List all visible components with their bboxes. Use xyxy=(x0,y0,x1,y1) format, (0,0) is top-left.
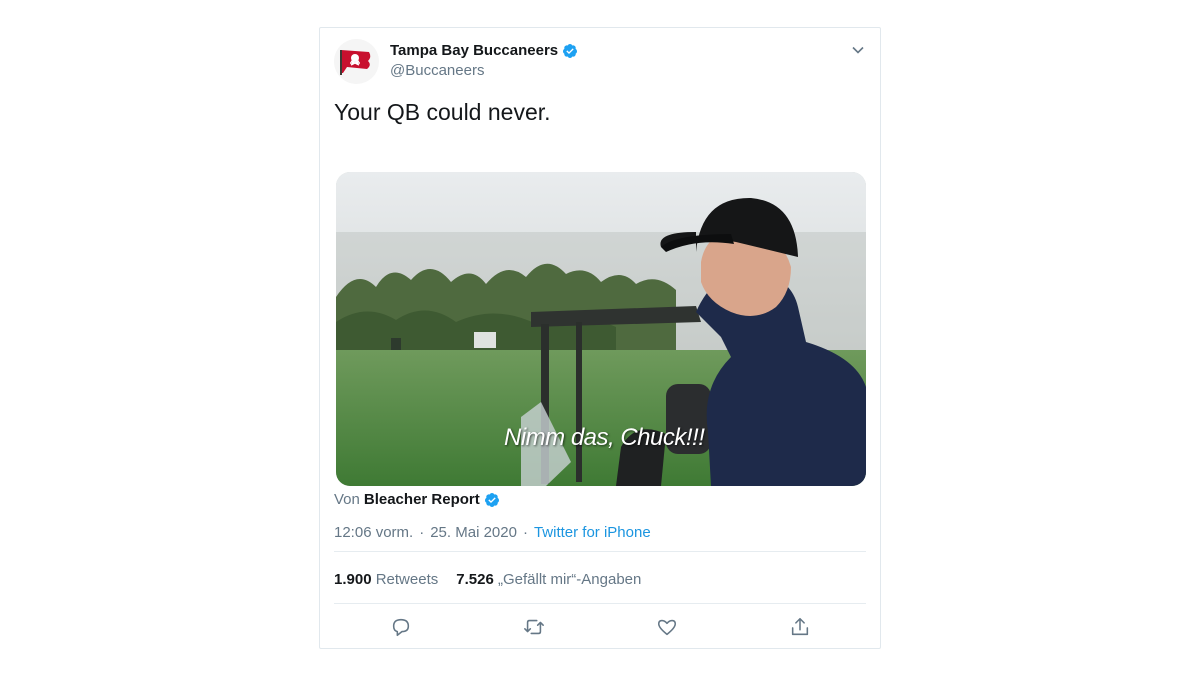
retweets-label: Retweets xyxy=(375,571,439,588)
likes-label: „Gefällt mir“-Angaben xyxy=(497,571,642,588)
retweet-icon[interactable] xyxy=(523,616,545,638)
meta-separator: · xyxy=(522,524,528,541)
source-prefix: Von xyxy=(334,491,360,508)
retweets-stat[interactable]: 1.900 Retweets xyxy=(334,571,438,588)
author-name-row[interactable]: Tampa Bay Buccaneers xyxy=(390,42,578,59)
retweets-count: 1.900 xyxy=(334,571,372,588)
author-name[interactable]: Tampa Bay Buccaneers xyxy=(390,42,558,59)
video-player[interactable]: Nimm das, Chuck!!! xyxy=(336,172,866,486)
source-app-link[interactable]: Twitter for iPhone xyxy=(534,524,651,541)
buccaneers-flag-logo xyxy=(339,49,370,75)
likes-count: 7.526 xyxy=(456,571,494,588)
divider xyxy=(334,551,866,552)
verified-badge-icon xyxy=(484,492,499,507)
tweet-time[interactable]: 12:06 vorm. xyxy=(334,524,413,541)
verified-badge-icon xyxy=(563,43,578,58)
tweet-date[interactable]: 25. Mai 2020 xyxy=(430,524,517,541)
share-icon[interactable] xyxy=(789,616,811,638)
avatar[interactable] xyxy=(334,39,379,84)
tweet-meta: 12:06 vorm. · 25. Mai 2020 · Twitter for… xyxy=(334,524,651,541)
tweet-card: Tampa Bay Buccaneers @Buccaneers Your QB… xyxy=(319,27,881,649)
heart-icon[interactable] xyxy=(656,616,678,638)
likes-stat[interactable]: 7.526 „Gefällt mir“-Angaben xyxy=(456,571,641,588)
tweet-actions xyxy=(320,616,880,640)
reply-icon[interactable] xyxy=(390,616,412,638)
video-subtitle: Nimm das, Chuck!!! xyxy=(504,424,705,451)
source-name-link[interactable]: Bleacher Report xyxy=(364,491,480,508)
tweet-text: Your QB could never. xyxy=(334,99,551,125)
chevron-down-icon[interactable] xyxy=(850,42,866,58)
divider xyxy=(334,603,866,604)
meta-separator: · xyxy=(419,524,425,541)
author-handle[interactable]: @Buccaneers xyxy=(390,62,578,79)
tweet-stats: 1.900 Retweets 7.526 „Gefällt mir“-Angab… xyxy=(334,571,641,588)
video-source: Von Bleacher Report xyxy=(334,491,500,508)
